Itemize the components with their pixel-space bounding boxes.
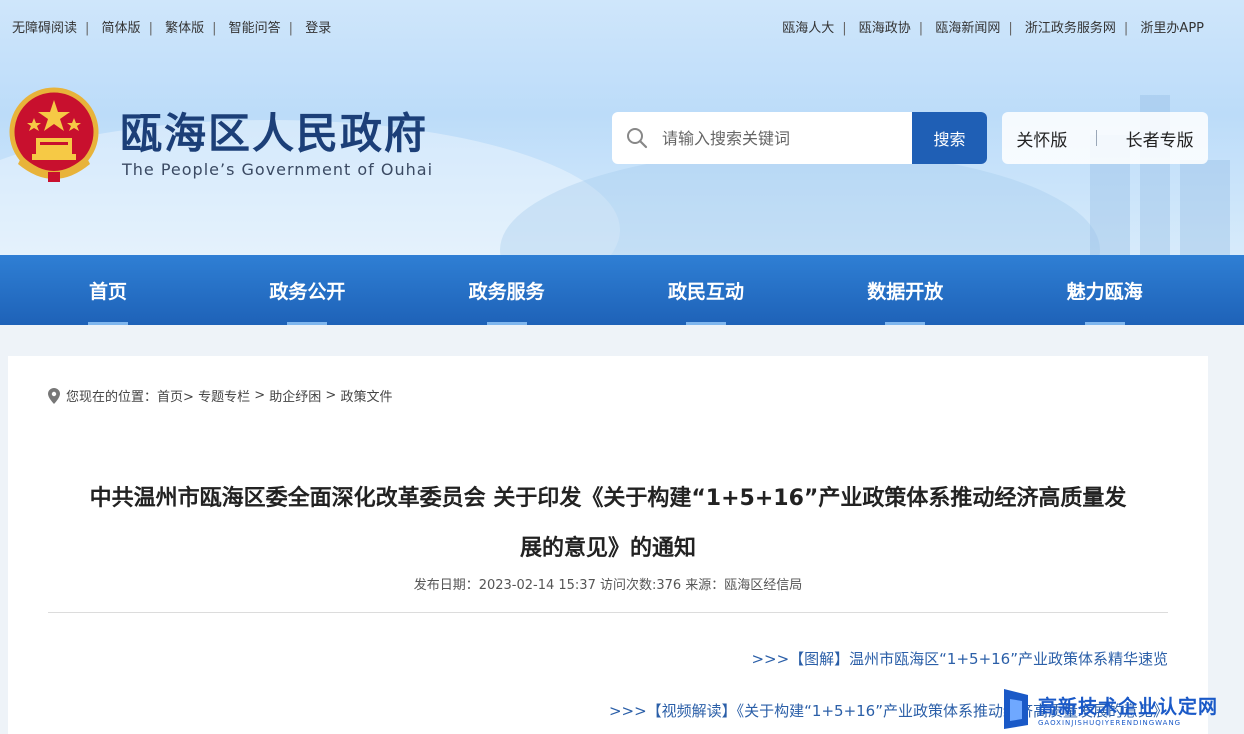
nav-underline xyxy=(287,322,328,325)
breadcrumb-policy-docs[interactable]: 政策文件 xyxy=(340,386,392,405)
article-meta: 发布日期：2023-02-14 15:37 访问次数:376 来源：瓯海区经信局 xyxy=(413,578,803,593)
nav-item-open-data[interactable]: 数据开放 xyxy=(845,255,1044,325)
nav-underline xyxy=(1084,322,1125,325)
zheliban-app-link[interactable]: 浙里办APP xyxy=(1140,21,1204,36)
nav-underline xyxy=(885,322,926,325)
traditional-chinese-link[interactable]: 繁体版 xyxy=(165,21,204,36)
breadcrumb-business-relief[interactable]: 助企纾困 xyxy=(269,386,321,405)
page-header: 无障碍阅读 | 简体版 | 繁体版 | 智能问答 | 登录 瓯海人大 | 瓯海政协 | 瓯海… xyxy=(0,0,1244,255)
watermark-logo-icon xyxy=(1004,689,1028,729)
watermark: 高新技术企业认定网 GAOXINJISHUQIYERENDINGWANG xyxy=(998,684,1244,734)
ouhai-news-link[interactable]: 瓯海新闻网 xyxy=(935,21,1000,36)
breadcrumb-home[interactable]: 首页> xyxy=(157,386,194,405)
display-mode-switch: 关怀版 长者专版 xyxy=(1002,112,1208,164)
topbar-left-links: 无障碍阅读 | 简体版 | 繁体版 | 智能问答 | 登录 xyxy=(12,21,332,36)
breadcrumb-separator: > xyxy=(325,388,337,403)
login-link[interactable]: 登录 xyxy=(305,21,331,36)
breadcrumb-prefix: 您现在的位置： xyxy=(66,390,158,405)
watermark-main: 高新技术企业认定网 xyxy=(1038,695,1219,718)
smart-qa-link[interactable]: 智能问答 xyxy=(229,21,281,36)
mode-divider xyxy=(1095,130,1097,146)
breadcrumb: 您现在的位置： 首页> 专题专栏 > 助企纾困 > 政策文件 xyxy=(48,386,392,405)
simplified-chinese-link[interactable]: 简体版 xyxy=(102,21,141,36)
search-button[interactable]: 搜索 xyxy=(912,112,987,164)
zhejiang-gov-service-link[interactable]: 浙江政务服务网 xyxy=(1025,21,1116,36)
breadcrumb-separator: > xyxy=(254,388,266,403)
background-building xyxy=(1180,160,1230,255)
watermark-text: 高新技术企业认定网 GAOXINJISHUQIYERENDINGWANG xyxy=(1038,692,1218,727)
top-utility-bar: 无障碍阅读 | 简体版 | 繁体版 | 智能问答 | 登录 瓯海人大 | 瓯海政协 | 瓯海… xyxy=(12,17,1204,36)
ouhai-cppcc-link[interactable]: 瓯海政协 xyxy=(859,21,911,36)
watermark-sub: GAOXINJISHUQIYERENDINGWANG xyxy=(1038,718,1182,727)
search-icon xyxy=(612,112,662,164)
topbar-right-links: 瓯海人大 | 瓯海政协 | 瓯海新闻网 | 浙江政务服务网 | 浙里办APP xyxy=(782,21,1204,36)
breadcrumb-special-topics[interactable]: 专题专栏 xyxy=(198,386,250,405)
article-title-line: 展的意见》的通知 xyxy=(519,536,696,561)
main-navigation: 首页 政务公开 政务服务 政民互动 数据开放 魅力瓯海 xyxy=(0,255,1244,325)
elderly-mode-button[interactable]: 长者专版 xyxy=(1126,126,1194,151)
infographic-link[interactable]: >>>【图解】温州市瓯海区“1+5+16”产业政策体系精华速览 xyxy=(751,648,1168,669)
nav-item-interaction[interactable]: 政民互动 xyxy=(646,255,845,325)
article-panel: 您现在的位置： 首页> 专题专栏 > 助企纾困 > 政策文件 中共温州市瓯海区委… xyxy=(8,356,1208,734)
ouhai-npc-link[interactable]: 瓯海人大 xyxy=(782,21,834,36)
nav-underline xyxy=(88,322,128,325)
nav-underline xyxy=(685,322,726,325)
accessibility-link[interactable]: 无障碍阅读 xyxy=(12,21,77,36)
national-emblem-icon[interactable] xyxy=(8,86,100,184)
background-hill xyxy=(500,150,1100,255)
nav-item-gov-affairs[interactable]: 政务公开 xyxy=(247,255,446,325)
search-input[interactable] xyxy=(662,112,912,164)
nav-item-gov-services[interactable]: 政务服务 xyxy=(447,255,646,325)
location-pin-icon xyxy=(48,387,60,404)
nav-item-charm-ouhai[interactable]: 魅力瓯海 xyxy=(1045,255,1244,325)
care-mode-button[interactable]: 关怀版 xyxy=(1016,126,1067,151)
article-title: 中共温州市瓯海区委全面深化改革委员会 关于印发《关于构建“1+5+16”产业政策… xyxy=(48,474,1168,574)
site-title[interactable]: 瓯海区人民政府 xyxy=(120,100,428,161)
search-bar: 搜索 xyxy=(612,112,987,164)
divider xyxy=(48,612,1168,613)
site-subtitle: The People’s Government of Ouhai xyxy=(122,160,434,179)
nav-item-home[interactable]: 首页 xyxy=(48,255,247,325)
article-title-line: 中共温州市瓯海区委全面深化改革委员会 关于印发《关于构建“1+5+16”产业政策… xyxy=(89,486,1127,511)
nav-underline xyxy=(486,322,527,325)
